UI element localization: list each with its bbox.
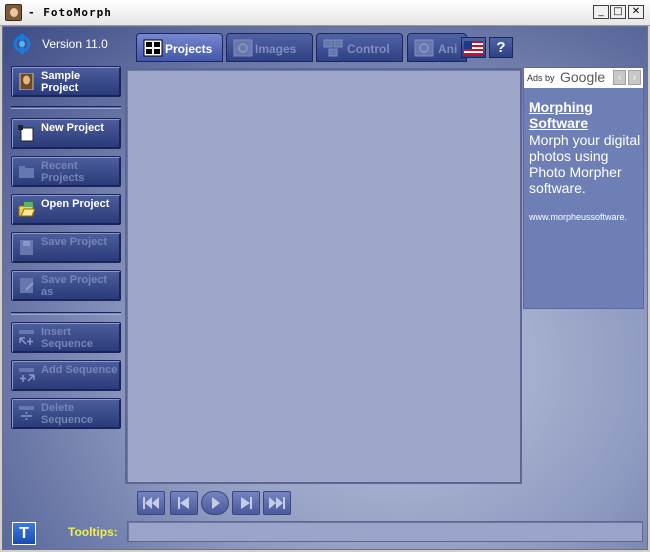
tab-images-label: Images xyxy=(255,42,297,56)
ad-body-text: Morph your digital photos using Photo Mo… xyxy=(529,132,641,196)
play-icon xyxy=(212,497,220,509)
language-button[interactable] xyxy=(461,37,486,58)
ad-panel: Ads by Google ‹ › Morphing Software Morp… xyxy=(523,67,644,309)
delete-sequence-icon xyxy=(19,406,34,420)
save-disk-icon xyxy=(20,240,33,255)
step-forward-icon xyxy=(241,497,252,509)
first-frame-button[interactable] xyxy=(137,491,165,515)
sample-project-label: Sample Project xyxy=(41,70,81,94)
open-project-label: Open Project xyxy=(41,198,110,210)
step-back-icon xyxy=(178,497,189,509)
sample-project-button[interactable]: Sample Project xyxy=(11,66,121,97)
us-flag-icon xyxy=(464,41,483,55)
ads-by-label: Ads by xyxy=(527,73,555,83)
title-bar: - FotoMorph _ □ ✕ xyxy=(0,0,650,26)
close-button[interactable]: ✕ xyxy=(628,5,644,19)
save-project-button[interactable]: Save Project xyxy=(11,232,121,263)
sidebar-divider xyxy=(11,106,121,109)
recent-folder-icon xyxy=(19,166,34,178)
sidebar-divider xyxy=(11,312,121,315)
tab-animation-label: Ani xyxy=(438,42,458,56)
tooltips-label: Tooltips: xyxy=(68,525,118,539)
new-project-label: New Project xyxy=(41,122,104,134)
app-icon[interactable] xyxy=(5,4,22,21)
ad-prev-button[interactable]: ‹ xyxy=(613,70,626,85)
add-sequence-button[interactable]: Add Sequence xyxy=(11,360,121,391)
play-button[interactable] xyxy=(201,491,229,515)
previous-frame-button[interactable] xyxy=(170,491,198,515)
minimize-button[interactable]: _ xyxy=(593,5,609,19)
insert-sequence-label: Insert Sequence xyxy=(41,326,93,350)
new-project-button[interactable]: New Project xyxy=(11,118,121,149)
tab-control-label: Control xyxy=(347,42,390,56)
window-title: - FotoMorph xyxy=(28,6,112,19)
new-document-icon xyxy=(18,125,34,142)
version-label: Version 11.0 xyxy=(42,37,108,51)
ad-header: Ads by Google ‹ › xyxy=(524,68,643,88)
save-project-as-label: Save Project as xyxy=(41,274,108,298)
skip-last-icon xyxy=(269,497,285,509)
fotomorph-logo-icon xyxy=(13,34,31,54)
google-logo: Google xyxy=(560,69,606,85)
projects-canvas[interactable] xyxy=(125,68,522,484)
open-project-button[interactable]: Open Project xyxy=(11,194,121,225)
tooltips-display xyxy=(127,521,643,542)
tab-animation[interactable]: Ani xyxy=(407,33,467,62)
tab-projects-label: Projects xyxy=(165,42,213,56)
insert-sequence-icon xyxy=(19,330,34,345)
tab-images[interactable]: Images xyxy=(226,33,313,62)
ad-next-button[interactable]: › xyxy=(628,70,641,85)
ad-title-link[interactable]: Morphing Software xyxy=(529,99,641,131)
maximize-button[interactable]: □ xyxy=(610,5,626,19)
recent-projects-button[interactable]: Recent Projects xyxy=(11,156,121,187)
app-client-area: Version 11.0 Sample Project New Project … xyxy=(2,26,648,550)
projects-grid-icon xyxy=(143,39,163,57)
tab-projects[interactable]: Projects xyxy=(136,33,223,62)
control-icon xyxy=(323,39,343,57)
insert-sequence-button[interactable]: Insert Sequence xyxy=(11,322,121,353)
images-icon xyxy=(233,39,253,57)
tooltips-toggle-button[interactable]: T xyxy=(12,522,36,545)
save-project-as-button[interactable]: Save Project as xyxy=(11,270,121,301)
save-as-icon xyxy=(20,278,34,293)
next-frame-button[interactable] xyxy=(232,491,260,515)
add-sequence-label: Add Sequence xyxy=(41,364,118,376)
portrait-icon xyxy=(19,73,34,90)
animation-icon xyxy=(414,39,434,57)
save-project-label: Save Project xyxy=(41,236,108,248)
skip-first-icon xyxy=(143,497,159,509)
last-frame-button[interactable] xyxy=(263,491,291,515)
open-folder-icon xyxy=(18,202,35,217)
tab-control[interactable]: Control xyxy=(316,33,403,62)
delete-sequence-button[interactable]: Delete Sequence xyxy=(11,398,121,429)
ad-url-link[interactable]: www.morpheussoftware. xyxy=(529,212,627,222)
help-button[interactable]: ? xyxy=(489,37,513,58)
delete-sequence-label: Delete Sequence xyxy=(41,402,93,426)
add-sequence-icon xyxy=(19,368,35,382)
recent-projects-label: Recent Projects xyxy=(41,160,85,184)
